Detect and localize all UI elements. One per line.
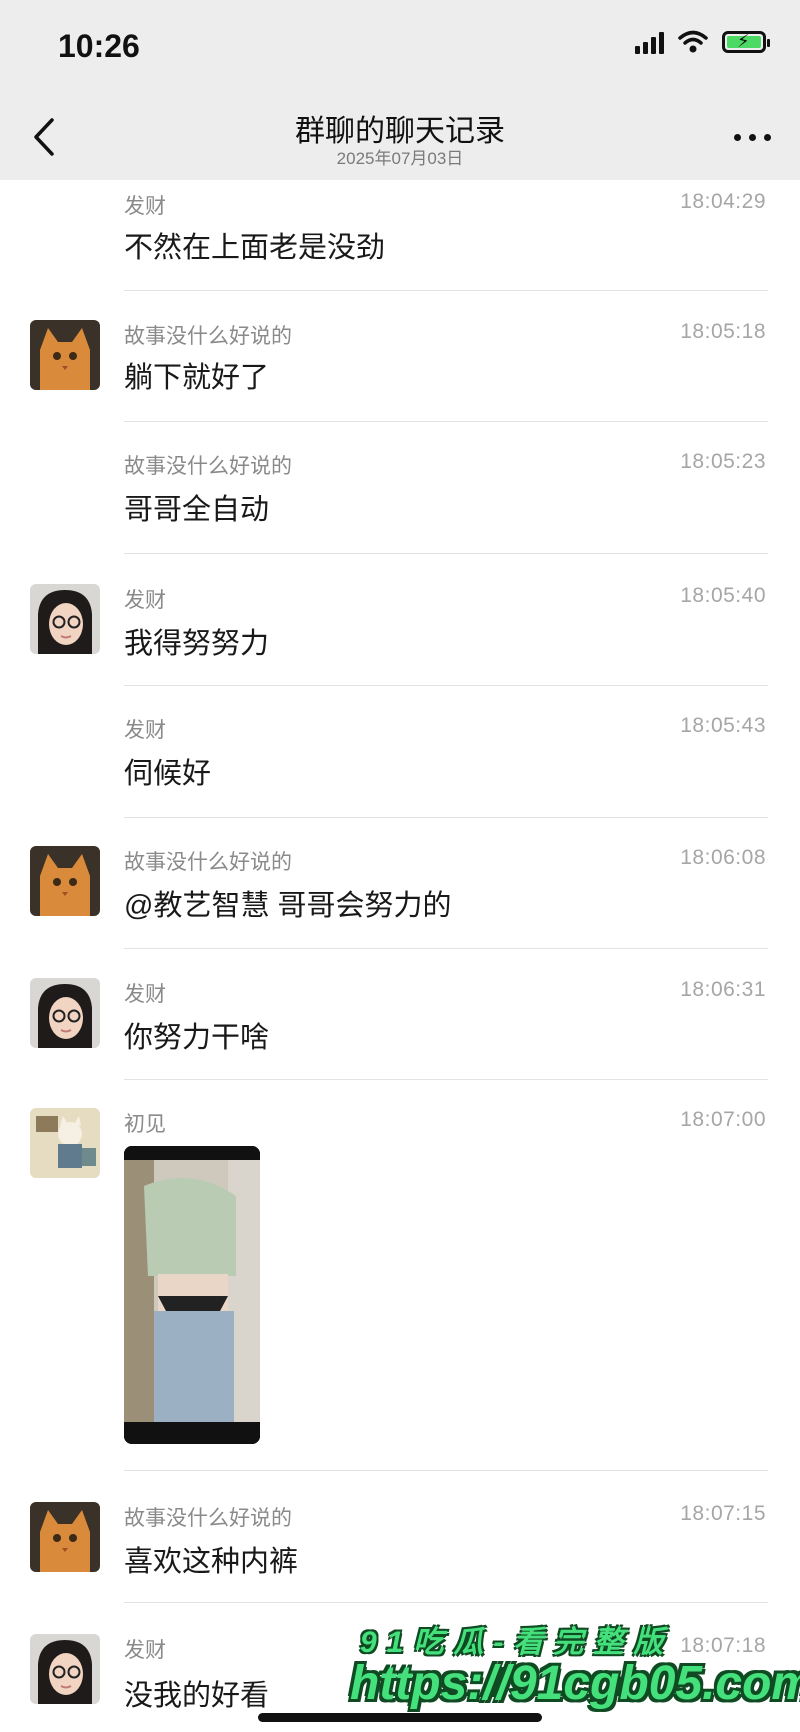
girl-glasses-icon	[30, 978, 100, 1048]
girl-glasses-icon	[30, 1634, 100, 1704]
sender-name: 发财	[124, 589, 166, 612]
status-icons: ⚡	[635, 30, 770, 54]
message-time: 18:07:15	[680, 1502, 766, 1525]
page-subtitle: 2025年07月03日	[336, 149, 464, 168]
cartoon-illustration-icon	[30, 1108, 100, 1178]
avatar[interactable]	[30, 1108, 100, 1178]
screenshot-image-icon	[124, 1146, 260, 1444]
signal-icon	[635, 30, 664, 54]
message-text: @教艺智慧 哥哥会努力的	[124, 890, 452, 922]
divider	[124, 817, 768, 818]
wifi-icon	[678, 30, 708, 53]
divider	[124, 1470, 768, 1471]
divider	[124, 1079, 768, 1080]
nav-bar: 群聊的聊天记录 2025年07月03日	[0, 100, 800, 180]
status-bar: 10:26 ⚡	[0, 0, 800, 100]
message-time: 18:06:08	[680, 846, 766, 869]
message-item: 发财 18:05:40 我得努努力	[0, 576, 800, 686]
message-item: 故事没什么好说的 18:05:23 哥哥全自动	[0, 444, 800, 554]
battery-icon: ⚡	[722, 31, 770, 53]
message-text: 喜欢这种内裤	[124, 1546, 299, 1578]
message-time: 18:05:43	[680, 714, 766, 737]
avatar[interactable]	[30, 320, 100, 390]
message-item: 故事没什么好说的 18:06:08 @教艺智慧 哥哥会努力的	[0, 840, 800, 950]
message-item: 发财 18:04:29 不然在上面老是没劲	[0, 180, 800, 292]
watermark-text: 91吃瓜-看完整版	[360, 1626, 674, 1659]
message-item: 发财 18:05:43 伺候好	[0, 708, 800, 818]
message-item: 发财 18:06:31 你努力干啥	[0, 970, 800, 1080]
status-time: 10:26	[58, 28, 140, 64]
divider	[124, 685, 768, 686]
orange-cat-icon	[30, 1502, 100, 1572]
more-icon	[734, 134, 741, 141]
message-text: 我得努努力	[124, 628, 270, 660]
orange-cat-icon	[30, 320, 100, 390]
message-text: 没我的好看	[124, 1680, 270, 1712]
divider	[124, 290, 768, 291]
divider	[124, 948, 768, 949]
sender-name: 发财	[124, 719, 166, 742]
sender-name: 故事没什么好说的	[124, 455, 292, 478]
message-time: 18:05:40	[680, 584, 766, 607]
message-time: 18:06:31	[680, 978, 766, 1001]
avatar[interactable]	[30, 1502, 100, 1572]
divider	[124, 553, 768, 554]
message-text: 不然在上面老是没劲	[124, 232, 386, 264]
message-text: 哥哥全自动	[124, 494, 270, 526]
message-item: 故事没什么好说的 18:07:15 喜欢这种内裤	[0, 1490, 800, 1603]
girl-glasses-icon	[30, 584, 100, 654]
more-button[interactable]	[728, 114, 778, 158]
orange-cat-icon	[30, 846, 100, 916]
image-attachment[interactable]	[124, 1146, 260, 1444]
avatar[interactable]	[30, 584, 100, 654]
sender-name: 故事没什么好说的	[124, 851, 292, 874]
sender-name: 故事没什么好说的	[124, 325, 292, 348]
message-item: 故事没什么好说的 18:05:18 躺下就好了	[0, 312, 800, 422]
message-text: 伺候好	[124, 758, 212, 790]
avatar[interactable]	[30, 846, 100, 916]
avatar[interactable]	[30, 1634, 100, 1704]
message-time: 18:04:29	[680, 190, 766, 213]
message-time: 18:07:00	[680, 1108, 766, 1131]
sender-name: 初见	[124, 1113, 166, 1136]
avatar[interactable]	[30, 978, 100, 1048]
message-time: 18:05:18	[680, 320, 766, 343]
message-text: 你努力干啥	[124, 1022, 270, 1054]
sender-name: 发财	[124, 195, 166, 218]
sender-name: 故事没什么好说的	[124, 1507, 292, 1530]
sender-name: 发财	[124, 983, 166, 1006]
message-time: 18:07:18	[680, 1634, 766, 1657]
message-item: 初见 18:07:00	[0, 1102, 800, 1472]
charging-icon: ⚡	[737, 31, 750, 51]
divider	[124, 421, 768, 422]
message-text: 躺下就好了	[124, 362, 270, 394]
divider	[124, 1602, 768, 1603]
home-indicator[interactable]	[258, 1713, 542, 1722]
sender-name: 发财	[124, 1639, 166, 1662]
message-time: 18:05:23	[680, 450, 766, 473]
watermark-url: https://91cgb05.com	[350, 1657, 800, 1710]
